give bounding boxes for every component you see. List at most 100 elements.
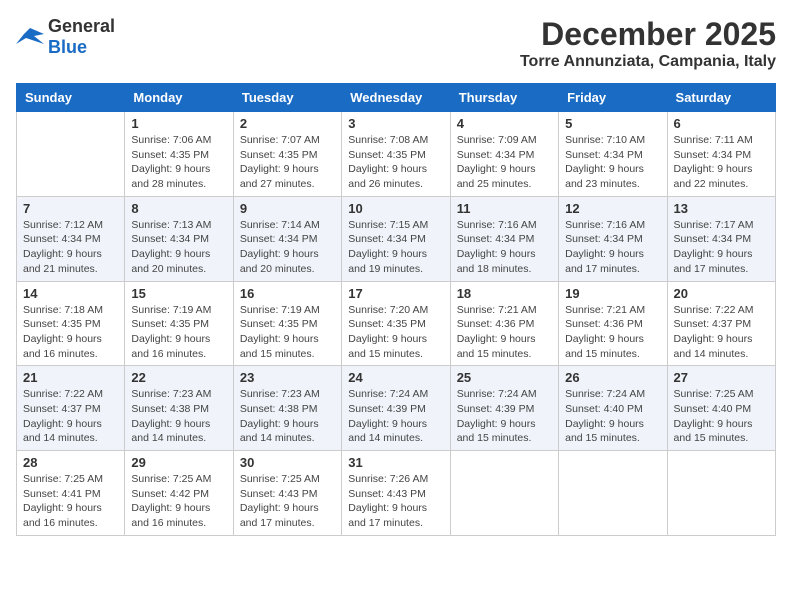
calendar-cell bbox=[559, 451, 667, 536]
day-number: 30 bbox=[240, 455, 335, 470]
calendar-cell: 12Sunrise: 7:16 AMSunset: 4:34 PMDayligh… bbox=[559, 196, 667, 281]
calendar-week-4: 21Sunrise: 7:22 AMSunset: 4:37 PMDayligh… bbox=[17, 366, 776, 451]
title-block: December 2025 Torre Annunziata, Campania… bbox=[520, 16, 776, 71]
day-info: Sunrise: 7:25 AMSunset: 4:40 PMDaylight:… bbox=[674, 387, 769, 446]
calendar-table: SundayMondayTuesdayWednesdayThursdayFrid… bbox=[16, 83, 776, 536]
day-number: 10 bbox=[348, 201, 443, 216]
day-number: 6 bbox=[674, 116, 769, 131]
day-number: 11 bbox=[457, 201, 552, 216]
day-info: Sunrise: 7:06 AMSunset: 4:35 PMDaylight:… bbox=[131, 133, 226, 192]
day-number: 7 bbox=[23, 201, 118, 216]
day-info: Sunrise: 7:15 AMSunset: 4:34 PMDaylight:… bbox=[348, 218, 443, 277]
day-number: 2 bbox=[240, 116, 335, 131]
calendar-cell: 2Sunrise: 7:07 AMSunset: 4:35 PMDaylight… bbox=[233, 112, 341, 197]
calendar-cell: 5 Sunrise: 7:10 AMSunset: 4:34 PMDaylight… bbox=[559, 112, 667, 197]
calendar-cell: 14 Sunrise: 7:18 AMSunset: 4:35 PMDayligh… bbox=[17, 281, 125, 366]
day-number: 24 bbox=[348, 370, 443, 385]
calendar-cell: 25 Sunrise: 7:24 AMSunset: 4:39 PMDayligh… bbox=[450, 366, 558, 451]
day-number: 9 bbox=[240, 201, 335, 216]
day-info: Sunrise: 7:23 AMSunset: 4:38 PMDaylight:… bbox=[240, 387, 335, 446]
col-header-sunday: Sunday bbox=[17, 84, 125, 112]
calendar-cell: 9Sunrise: 7:14 AMSunset: 4:34 PMDaylight… bbox=[233, 196, 341, 281]
day-number: 25 bbox=[457, 370, 552, 385]
calendar-cell: 4 Sunrise: 7:09 AMSunset: 4:34 PMDaylight… bbox=[450, 112, 558, 197]
calendar-cell: 19 Sunrise: 7:21 AMSunset: 4:36 PMDayligh… bbox=[559, 281, 667, 366]
day-number: 16 bbox=[240, 286, 335, 301]
day-number: 3 bbox=[348, 116, 443, 131]
calendar-cell: 10 Sunrise: 7:15 AMSunset: 4:34 PMDayligh… bbox=[342, 196, 450, 281]
day-number: 8 bbox=[131, 201, 226, 216]
day-info: Sunrise: 7:26 AMSunset: 4:43 PMDaylight:… bbox=[348, 472, 443, 531]
col-header-saturday: Saturday bbox=[667, 84, 775, 112]
logo-general: General bbox=[48, 16, 115, 36]
day-number: 13 bbox=[674, 201, 769, 216]
day-number: 27 bbox=[674, 370, 769, 385]
calendar-cell: 18 Sunrise: 7:21 AMSunset: 4:36 PMDayligh… bbox=[450, 281, 558, 366]
logo: General Blue bbox=[16, 16, 115, 58]
month-title: December 2025 bbox=[520, 16, 776, 53]
calendar-cell: 13 Sunrise: 7:17 AMSunset: 4:34 PMDayligh… bbox=[667, 196, 775, 281]
day-number: 19 bbox=[565, 286, 660, 301]
calendar-cell: 20 Sunrise: 7:22 AMSunset: 4:37 PMDayligh… bbox=[667, 281, 775, 366]
calendar-cell: 31 Sunrise: 7:26 AMSunset: 4:43 PMDayligh… bbox=[342, 451, 450, 536]
calendar-cell bbox=[450, 451, 558, 536]
calendar-cell: 15Sunrise: 7:19 AMSunset: 4:35 PMDayligh… bbox=[125, 281, 233, 366]
day-info: Sunrise: 7:24 AMSunset: 4:40 PMDaylight:… bbox=[565, 387, 660, 446]
logo-blue: Blue bbox=[48, 37, 87, 57]
location-title: Torre Annunziata, Campania, Italy bbox=[520, 53, 776, 71]
day-number: 14 bbox=[23, 286, 118, 301]
calendar-cell: 22 Sunrise: 7:23 AMSunset: 4:38 PMDayligh… bbox=[125, 366, 233, 451]
day-info: Sunrise: 7:22 AMSunset: 4:37 PMDaylight:… bbox=[23, 387, 118, 446]
calendar-cell: 30 Sunrise: 7:25 AMSunset: 4:43 PMDayligh… bbox=[233, 451, 341, 536]
day-info: Sunrise: 7:24 AMSunset: 4:39 PMDaylight:… bbox=[457, 387, 552, 446]
day-info: Sunrise: 7:18 AMSunset: 4:35 PMDaylight:… bbox=[23, 303, 118, 362]
calendar-cell: 23 Sunrise: 7:23 AMSunset: 4:38 PMDayligh… bbox=[233, 366, 341, 451]
day-info: Sunrise: 7:21 AMSunset: 4:36 PMDaylight:… bbox=[457, 303, 552, 362]
calendar-week-5: 28Sunrise: 7:25 AMSunset: 4:41 PMDayligh… bbox=[17, 451, 776, 536]
day-info: Sunrise: 7:17 AMSunset: 4:34 PMDaylight:… bbox=[674, 218, 769, 277]
col-header-friday: Friday bbox=[559, 84, 667, 112]
day-number: 22 bbox=[131, 370, 226, 385]
col-header-wednesday: Wednesday bbox=[342, 84, 450, 112]
day-number: 4 bbox=[457, 116, 552, 131]
calendar-cell: 29Sunrise: 7:25 AMSunset: 4:42 PMDayligh… bbox=[125, 451, 233, 536]
day-info: Sunrise: 7:08 AMSunset: 4:35 PMDaylight:… bbox=[348, 133, 443, 192]
calendar-cell: 21Sunrise: 7:22 AMSunset: 4:37 PMDayligh… bbox=[17, 366, 125, 451]
calendar-cell: 8 Sunrise: 7:13 AMSunset: 4:34 PMDaylight… bbox=[125, 196, 233, 281]
day-info: Sunrise: 7:22 AMSunset: 4:37 PMDaylight:… bbox=[674, 303, 769, 362]
col-header-tuesday: Tuesday bbox=[233, 84, 341, 112]
day-info: Sunrise: 7:13 AMSunset: 4:34 PMDaylight:… bbox=[131, 218, 226, 277]
day-info: Sunrise: 7:25 AMSunset: 4:42 PMDaylight:… bbox=[131, 472, 226, 531]
day-info: Sunrise: 7:25 AMSunset: 4:41 PMDaylight:… bbox=[23, 472, 118, 531]
day-info: Sunrise: 7:21 AMSunset: 4:36 PMDaylight:… bbox=[565, 303, 660, 362]
day-info: Sunrise: 7:19 AMSunset: 4:35 PMDaylight:… bbox=[240, 303, 335, 362]
day-info: Sunrise: 7:09 AMSunset: 4:34 PMDaylight:… bbox=[457, 133, 552, 192]
calendar-cell: 1 Sunrise: 7:06 AMSunset: 4:35 PMDaylight… bbox=[125, 112, 233, 197]
calendar-week-2: 7 Sunrise: 7:12 AMSunset: 4:34 PMDaylight… bbox=[17, 196, 776, 281]
day-number: 31 bbox=[348, 455, 443, 470]
day-info: Sunrise: 7:25 AMSunset: 4:43 PMDaylight:… bbox=[240, 472, 335, 531]
day-number: 26 bbox=[565, 370, 660, 385]
day-number: 15 bbox=[131, 286, 226, 301]
calendar-week-1: 1 Sunrise: 7:06 AMSunset: 4:35 PMDaylight… bbox=[17, 112, 776, 197]
calendar-cell: 17Sunrise: 7:20 AMSunset: 4:35 PMDayligh… bbox=[342, 281, 450, 366]
calendar-cell bbox=[17, 112, 125, 197]
calendar-cell: 24Sunrise: 7:24 AMSunset: 4:39 PMDayligh… bbox=[342, 366, 450, 451]
calendar-cell: 6 Sunrise: 7:11 AMSunset: 4:34 PMDaylight… bbox=[667, 112, 775, 197]
day-number: 23 bbox=[240, 370, 335, 385]
day-number: 1 bbox=[131, 116, 226, 131]
calendar-cell bbox=[667, 451, 775, 536]
col-header-thursday: Thursday bbox=[450, 84, 558, 112]
day-number: 20 bbox=[674, 286, 769, 301]
col-header-monday: Monday bbox=[125, 84, 233, 112]
day-info: Sunrise: 7:23 AMSunset: 4:38 PMDaylight:… bbox=[131, 387, 226, 446]
day-info: Sunrise: 7:11 AMSunset: 4:34 PMDaylight:… bbox=[674, 133, 769, 192]
day-number: 17 bbox=[348, 286, 443, 301]
calendar-cell: 11Sunrise: 7:16 AMSunset: 4:34 PMDayligh… bbox=[450, 196, 558, 281]
calendar-cell: 26 Sunrise: 7:24 AMSunset: 4:40 PMDayligh… bbox=[559, 366, 667, 451]
calendar-cell: 27 Sunrise: 7:25 AMSunset: 4:40 PMDayligh… bbox=[667, 366, 775, 451]
day-info: Sunrise: 7:10 AMSunset: 4:34 PMDaylight:… bbox=[565, 133, 660, 192]
day-number: 18 bbox=[457, 286, 552, 301]
day-number: 5 bbox=[565, 116, 660, 131]
day-info: Sunrise: 7:12 AMSunset: 4:34 PMDaylight:… bbox=[23, 218, 118, 277]
